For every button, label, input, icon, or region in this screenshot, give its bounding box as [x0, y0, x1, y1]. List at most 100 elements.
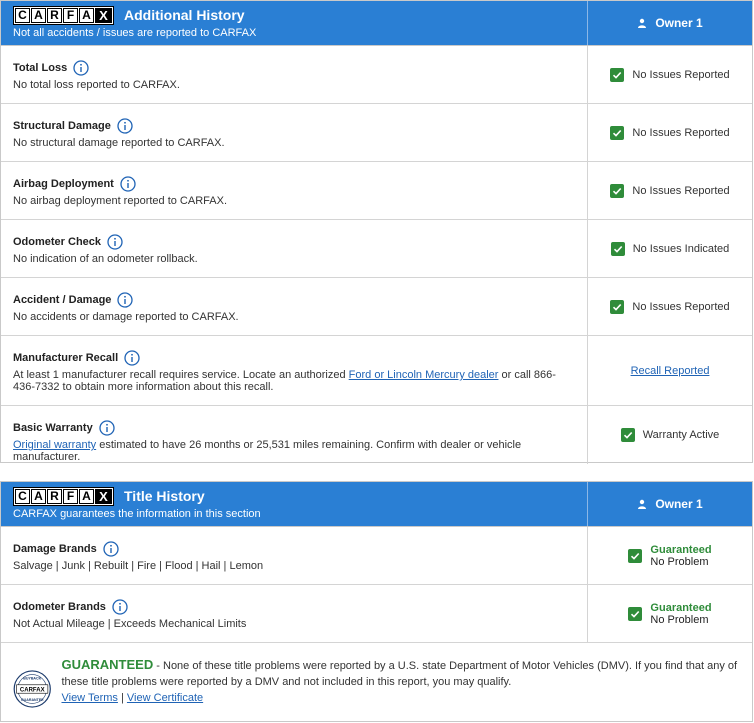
info-icon[interactable]	[120, 176, 136, 192]
info-icon[interactable]	[117, 292, 134, 308]
guarantee-indicator: Guaranteed No Problem	[628, 544, 712, 568]
row-description: Original warranty estimated to have 26 m…	[13, 439, 575, 463]
logo-letter: A	[31, 7, 46, 23]
info-icon[interactable]	[112, 599, 128, 615]
status-text: No Issues Reported	[632, 68, 730, 81]
status-indicator: No Issues Reported	[610, 67, 730, 82]
status-text: Warranty Active	[642, 429, 720, 441]
section-subtitle: CARFAX guarantees the information in thi…	[13, 508, 261, 520]
info-icon[interactable]	[124, 350, 140, 366]
person-icon	[638, 499, 647, 509]
section-subtitle: Not all accidents / issues are reported …	[13, 27, 257, 39]
status-text: No Issues Reported	[632, 184, 730, 197]
row-description: No indication of an odometer rollback.	[13, 253, 198, 265]
guarantee-indicator: Guaranteed No Problem	[628, 601, 712, 626]
row-description: Not Actual Mileage | Exceeds Mechanical …	[13, 618, 247, 630]
owner-label: Owner 1	[655, 16, 703, 30]
title-history-section: C A R F A X Title History CARFAX guarant…	[0, 481, 753, 722]
view-certificate-link[interactable]: View Certificate	[127, 692, 203, 704]
history-row-odometer-check: Odometer Check No indication of an odome…	[1, 220, 752, 278]
dealer-link[interactable]: Ford or Lincoln Mercury dealer	[349, 369, 499, 381]
row-title: Structural Damage	[13, 120, 111, 132]
check-icon	[620, 428, 635, 442]
logo-letter: A	[79, 7, 94, 23]
title-row-damage-brands: Damage Brands Salvage | Junk | Rebuilt |…	[1, 527, 752, 585]
carfax-logo: C A R F A X	[13, 5, 114, 25]
logo-letter: R	[47, 488, 62, 504]
no-problem-text: No Problem	[650, 613, 709, 626]
row-description: At least 1 manufacturer recall requires …	[13, 369, 575, 393]
row-description: No structural damage reported to CARFAX.	[13, 137, 225, 149]
row-description: Salvage | Junk | Rebuilt | Fire | Flood …	[13, 560, 264, 572]
row-title: Accident / Damage	[13, 294, 112, 306]
check-icon	[610, 299, 625, 314]
status-text: No Issues Reported	[632, 126, 730, 139]
row-title: Total Loss	[13, 62, 68, 74]
info-icon[interactable]	[117, 118, 133, 134]
recall-reported-link[interactable]: Recall Reported	[631, 365, 710, 377]
logo-letter: A	[79, 488, 94, 504]
logo-letter: X	[95, 7, 112, 23]
row-description: No accidents or damage reported to CARFA…	[13, 311, 239, 323]
history-row-airbag-deployment: Airbag Deployment No airbag deployment r…	[1, 162, 752, 220]
additional-history-section: C A R F A X Additional History Not all a…	[0, 0, 753, 464]
info-icon[interactable]	[107, 234, 123, 250]
status-indicator: No Issues Indicated	[610, 241, 730, 256]
status-indicator: Warranty Active	[620, 428, 720, 442]
row-title: Manufacturer Recall	[13, 352, 119, 364]
guarantee-footer: CARFAX BUYBACK GUARANTEE GUARANTEED - No…	[1, 643, 752, 721]
guaranteed-text: Guaranteed	[650, 601, 712, 614]
check-icon	[628, 548, 643, 563]
original-warranty-link[interactable]: Original warranty	[13, 439, 96, 451]
buyback-guarantee-seal-icon: CARFAX BUYBACK GUARANTEE	[13, 670, 51, 708]
row-title: Damage Brands	[13, 543, 97, 555]
logo-letter: C	[15, 7, 30, 23]
recall-text: At least 1 manufacturer recall requires …	[13, 369, 349, 381]
status-indicator: No Issues Reported	[610, 183, 730, 198]
svg-text:CARFAX: CARFAX	[20, 687, 45, 693]
row-description: No total loss reported to CARFAX.	[13, 79, 180, 91]
row-title: Airbag Deployment	[13, 178, 114, 190]
logo-letter: F	[63, 7, 78, 23]
info-icon[interactable]	[73, 60, 89, 76]
guaranteed-heading: GUARANTEED	[61, 657, 154, 672]
row-title: Odometer Brands	[13, 601, 106, 613]
check-icon	[610, 241, 625, 256]
info-icon[interactable]	[103, 541, 119, 557]
logo-letter: C	[15, 488, 30, 504]
owner-label: Owner 1	[655, 497, 703, 511]
carfax-logo: C A R F A X	[13, 486, 114, 506]
logo-letter: A	[31, 488, 46, 504]
person-icon	[638, 18, 647, 28]
history-row-structural-damage: Structural Damage No structural damage r…	[1, 104, 752, 162]
row-title: Odometer Check	[13, 236, 102, 248]
section-title: Additional History	[124, 7, 245, 23]
status-text: No Issues Indicated	[632, 242, 730, 255]
view-terms-link[interactable]: View Terms	[61, 692, 117, 704]
history-row-accident-damage: Accident / Damage No accidents or damage…	[1, 278, 752, 336]
status-indicator: No Issues Reported	[610, 299, 730, 314]
section-title: Title History	[124, 488, 205, 504]
additional-history-header: C A R F A X Additional History Not all a…	[1, 1, 752, 46]
owner-column-header: Owner 1	[587, 1, 752, 45]
row-description: No airbag deployment reported to CARFAX.	[13, 195, 228, 207]
logo-letter: F	[63, 488, 78, 504]
owner-column-header: Owner 1	[587, 482, 752, 526]
guarantee-text-block: GUARANTEED - None of these title problem…	[61, 657, 740, 721]
check-icon	[628, 606, 643, 621]
status-indicator: No Issues Reported	[610, 125, 730, 140]
logo-letter: X	[95, 488, 112, 504]
title-row-odometer-brands: Odometer Brands Not Actual Mileage | Exc…	[1, 585, 752, 643]
link-separator: |	[117, 692, 127, 704]
svg-text:BUYBACK: BUYBACK	[23, 676, 41, 680]
check-icon	[610, 67, 625, 82]
guarantee-description: - None of these title problems were repo…	[61, 660, 738, 688]
logo-letter: R	[47, 7, 62, 23]
history-row-basic-warranty: Basic Warranty Original warranty estimat…	[1, 406, 752, 464]
no-problem-text: No Problem	[650, 555, 709, 568]
check-icon	[610, 183, 625, 198]
history-row-manufacturer-recall: Manufacturer Recall At least 1 manufactu…	[1, 336, 752, 406]
row-title: Basic Warranty	[13, 422, 93, 434]
status-text: No Issues Reported	[632, 300, 730, 313]
info-icon[interactable]	[99, 420, 115, 436]
